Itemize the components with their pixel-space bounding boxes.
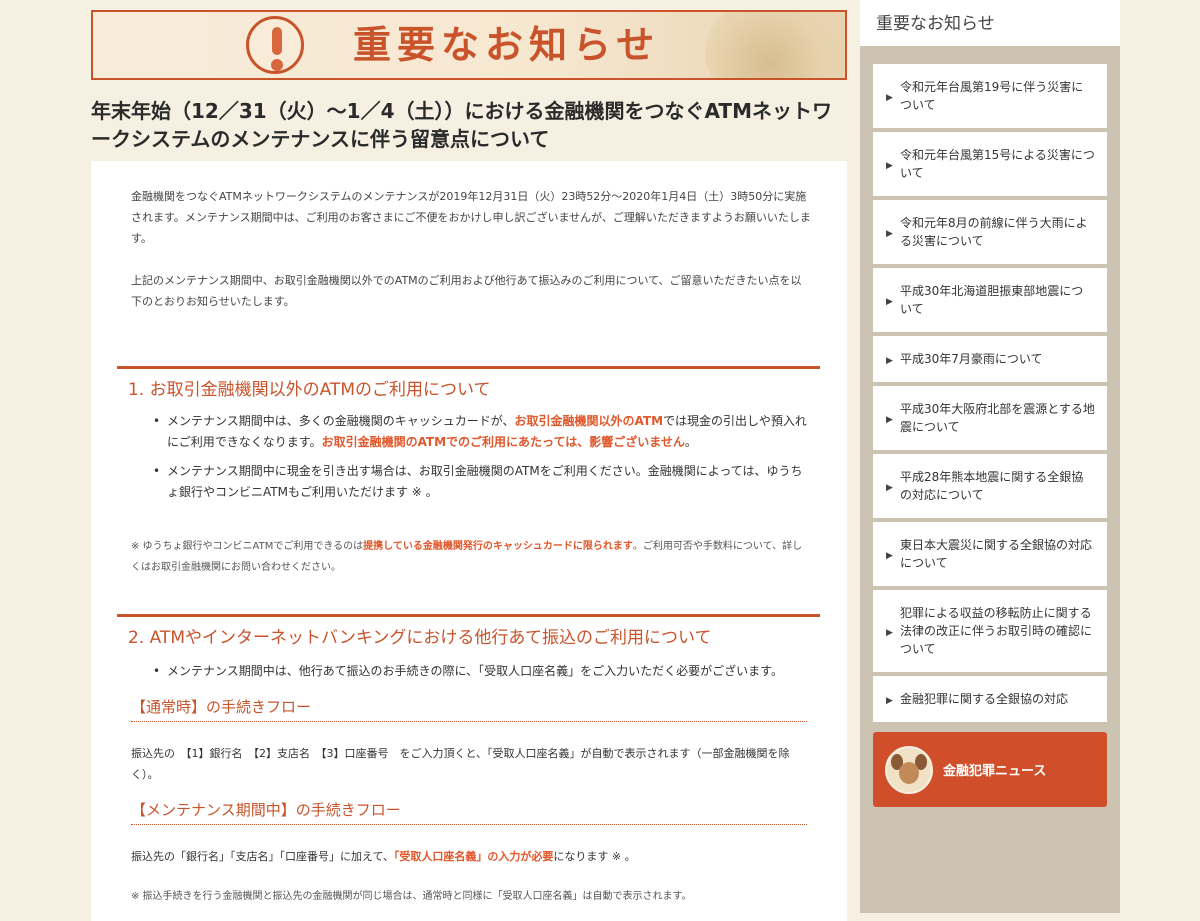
section-2-heading: 2. ATMやインターネットバンキングにおける他行あて振込のご利用について: [128, 628, 712, 648]
section-2-note: ※ 振込手続きを行う金融機関と振込先の金融機関が同じ場合は、通常時と同様に「受取…: [131, 891, 692, 902]
dog-mascot-icon: [885, 745, 933, 794]
list-item: メンテナンス期間中は、多くの金融機関のキャッシュカードが、お取引金融機関以外のA…: [151, 411, 811, 453]
emphasis-text: お取引金融機関のATMでのご利用にあたっては、影響ございません: [321, 435, 685, 449]
section-1-heading: 1. お取引金融機関以外のATMのご利用について: [128, 380, 491, 400]
sidebar-item-criminal-proceeds[interactable]: ▶ 犯罪による収益の移転防止に関する法律の改正に伴うお取引時の確認について: [873, 590, 1107, 672]
list-item: メンテナンス期間中は、他行あて振込のお手続きの際に、「受取人口座名義」をご入力い…: [151, 661, 811, 682]
triangle-right-icon: ▶: [886, 628, 893, 638]
sidebar-item-typhoon-15[interactable]: ▶ 令和元年台風第15号による災害について: [873, 132, 1107, 196]
intro-paragraph-1: 金融機関をつなぐATMネットワークシステムのメンテナンスが2019年12月31日…: [131, 190, 811, 245]
sidebar-item-great-east-japan[interactable]: ▶ 東日本大震災に関する全銀協の対応について: [873, 522, 1107, 586]
triangle-right-icon: ▶: [886, 93, 893, 103]
flow-normal-text: 振込先の 【1】銀行名 【2】支店名 【3】口座番号 をご入力頂くと、「受取人口…: [131, 747, 790, 781]
emphasis-text: お取引金融機関以外のATM: [514, 414, 664, 428]
section-1-note: ※ ゆうちょ銀行やコンビニATMでご利用できるのは提携している金融機関発行のキャ…: [131, 541, 803, 573]
triangle-right-icon: ▶: [886, 415, 893, 425]
section-1-bullets: メンテナンス期間中は、多くの金融機関のキャッシュカードが、お取引金融機関以外のA…: [151, 411, 811, 511]
intro-text: 金融機関をつなぐATMネットワークシステムのメンテナンスが2019年12月31日…: [131, 186, 811, 312]
important-notice-banner: 重要なお知らせ: [91, 10, 847, 80]
sidebar-heading: 重要なお知らせ: [860, 0, 1120, 46]
sidebar-item-financial-crime[interactable]: ▶ 金融犯罪に関する全銀協の対応: [873, 676, 1107, 722]
sidebar-item-osaka-quake[interactable]: ▶ 平成30年大阪府北部を震源とする地震について: [873, 386, 1107, 450]
flow-normal-heading: 【通常時】の手続きフロー: [131, 696, 807, 722]
triangle-right-icon: ▶: [886, 229, 893, 239]
financial-crime-news-button[interactable]: 金融犯罪ニュース: [873, 732, 1107, 807]
news-button-label: 金融犯罪ニュース: [943, 764, 1047, 779]
article-content: 金融機関をつなぐATMネットワークシステムのメンテナンスが2019年12月31日…: [91, 161, 847, 921]
main-column: 重要なお知らせ 年末年始（12／31（火）～1／4（土））における金融機関をつな…: [91, 0, 847, 921]
sidebar: 重要なお知らせ ▶ 令和元年台風第19号に伴う災害について ▶ 令和元年台風第15号…: [860, 0, 1120, 913]
sidebar-list: ▶ 令和元年台風第19号に伴う災害について ▶ 令和元年台風第15号による災害につい…: [873, 64, 1107, 726]
flow-maintenance-heading: 【メンテナンス期間中】の手続きフロー: [131, 799, 807, 825]
intro-paragraph-2: 上記のメンテナンス期間中、お取引金融機関以外でのATMのご利用および他行あて振込…: [131, 274, 802, 308]
section-1-header: 1. お取引金融機関以外のATMのご利用について: [117, 366, 820, 400]
triangle-right-icon: ▶: [886, 297, 893, 307]
page-title: 年末年始（12／31（火）～1／4（土））における金融機関をつなぐATMネットワ…: [91, 99, 832, 151]
sidebar-item-july-rain[interactable]: ▶ 平成30年7月豪雨について: [873, 336, 1107, 382]
sidebar-item-kumamoto-quake[interactable]: ▶ 平成28年熊本地震に関する全銀協の対応について: [873, 454, 1107, 518]
list-item: メンテナンス期間中に現金を引き出す場合は、お取引金融機関のATMをご利用ください…: [151, 461, 811, 503]
sidebar-item-hokkaido-quake[interactable]: ▶ 平成30年北海道胆振東部地震について: [873, 268, 1107, 332]
triangle-right-icon: ▶: [886, 696, 893, 706]
triangle-right-icon: ▶: [886, 483, 893, 493]
section-2-bullets: メンテナンス期間中は、他行あて振込のお手続きの際に、「受取人口座名義」をご入力い…: [151, 661, 811, 690]
triangle-right-icon: ▶: [886, 356, 893, 366]
triangle-right-icon: ▶: [886, 551, 893, 561]
exclamation-icon: [246, 16, 304, 74]
emphasis-text: 「受取人口座名義」の入力が必要: [393, 850, 554, 863]
flow-maintenance-text: 振込先の「銀行名」「支店名」「口座番号」に加えて、「受取人口座名義」の入力が必要…: [131, 850, 636, 863]
section-2-header: 2. ATMやインターネットバンキングにおける他行あて振込のご利用について: [117, 614, 820, 648]
sidebar-item-august-rain[interactable]: ▶ 令和元年8月の前線に伴う大雨による災害について: [873, 200, 1107, 264]
triangle-right-icon: ▶: [886, 161, 893, 171]
banner-title: 重要なお知らせ: [353, 23, 661, 67]
emphasis-text: 提携している金融機関発行のキャッシュカードに限られます: [363, 541, 633, 552]
sidebar-item-typhoon-19[interactable]: ▶ 令和元年台風第19号に伴う災害について: [873, 64, 1107, 128]
banner-decoration: [705, 12, 845, 78]
